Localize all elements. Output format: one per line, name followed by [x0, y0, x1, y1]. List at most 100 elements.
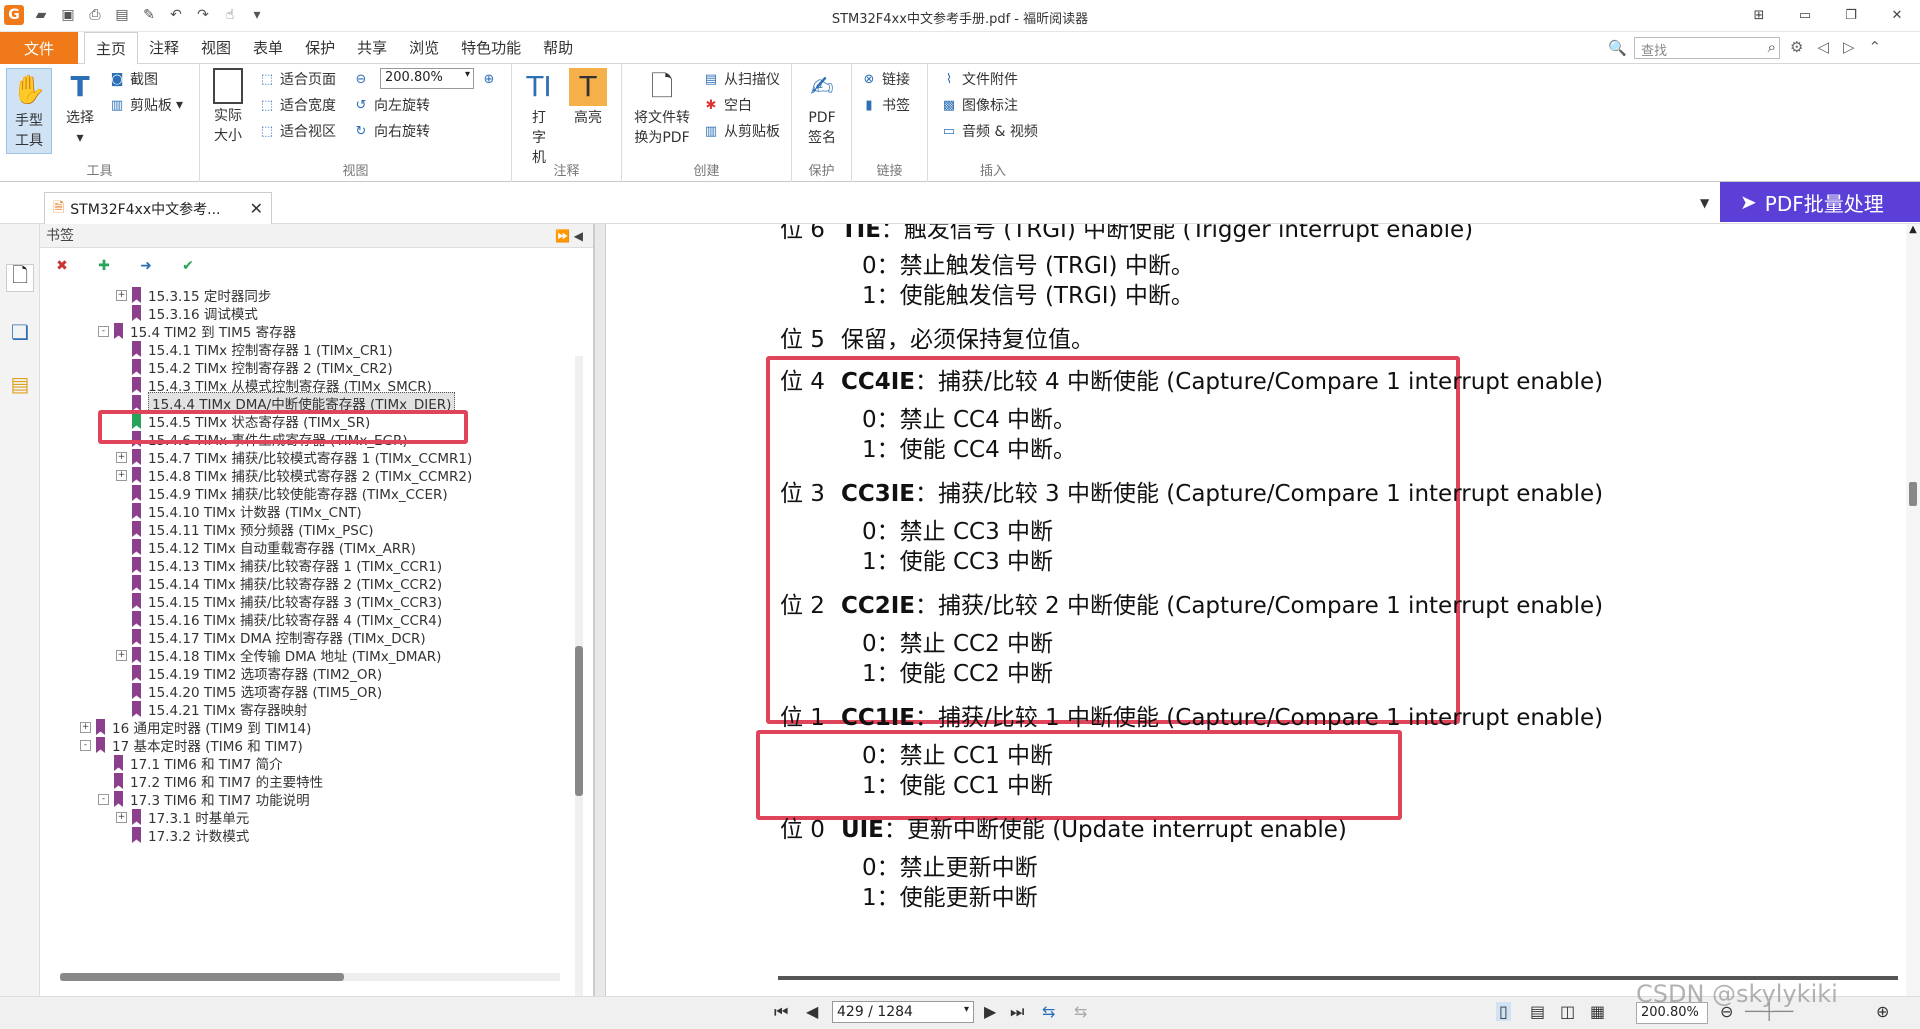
tab-help[interactable]: 帮助	[532, 32, 584, 64]
expand-bookmark-icon[interactable]: ✔	[178, 256, 198, 276]
tab-list-dropdown-icon[interactable]: ▼	[1700, 196, 1709, 210]
bookmark-horizontal-scrollbar[interactable]	[60, 973, 560, 981]
app-logo-icon[interactable]: G	[4, 5, 24, 25]
zoom-in-button[interactable]: ⊕	[480, 68, 498, 90]
hand-tool-button[interactable]: ✋ 手型工具	[6, 68, 52, 154]
bookmark-hscroll-thumb[interactable]	[60, 973, 344, 981]
tab-browse[interactable]: 浏览	[398, 32, 450, 64]
zoom-select[interactable]: 200.80% ▾	[380, 68, 474, 89]
add-bookmark-icon[interactable]: ✚	[94, 256, 114, 276]
properties-icon[interactable]: ▤	[112, 5, 132, 25]
settings-icon[interactable]: ⚙	[1790, 38, 1803, 56]
tab-home[interactable]: 主页	[84, 32, 139, 65]
bookmarks-panel-icon[interactable]: 🗋	[6, 263, 34, 292]
expand-icon[interactable]: +	[80, 721, 91, 733]
document-vertical-scrollbar[interactable]: ▲	[1906, 224, 1920, 996]
rotate-right-button[interactable]: ↻ 向右旋转	[352, 120, 430, 142]
bookmark-vertical-scrollbar[interactable]	[575, 356, 583, 996]
close-icon[interactable]: ✕	[1880, 2, 1914, 28]
blank-button[interactable]: ✱ 空白	[702, 94, 752, 116]
bookmark-item[interactable]: 17.3.2 计数模式	[116, 824, 249, 846]
prev-view-icon[interactable]: ⇆	[1042, 1002, 1055, 1021]
search-icon[interactable]: ⌕	[1768, 38, 1776, 56]
typewriter-button[interactable]: TI 打字机	[522, 68, 556, 168]
collapse-icon[interactable]: -	[98, 793, 109, 805]
clipboard-button[interactable]: ▥ 剪贴板 ▾	[108, 94, 183, 116]
bookmark-ribbon-icon	[132, 521, 141, 537]
tab-protect[interactable]: 保护	[294, 32, 346, 64]
expand-icon[interactable]: +	[116, 469, 127, 481]
expand-icon[interactable]: +	[116, 451, 127, 463]
undo-icon[interactable]: ↶	[166, 5, 186, 25]
last-page-icon[interactable]: ⏭	[1010, 1002, 1024, 1022]
tab-view[interactable]: 视图	[190, 32, 242, 64]
tab-comment[interactable]: 注释	[138, 32, 190, 64]
file-tab[interactable]: 文件	[0, 32, 78, 64]
continuous-facing-icon[interactable]: ▦	[1590, 1002, 1605, 1021]
next-page-icon[interactable]: ▶	[984, 1002, 996, 1021]
delete-bookmark-icon[interactable]: ✖	[52, 256, 72, 276]
convert-pdf-button[interactable]: 🗋 将文件转换为PDF	[630, 68, 694, 148]
expand-icon[interactable]: +	[116, 289, 127, 301]
back-icon[interactable]: ◁	[1817, 38, 1829, 56]
new-icon[interactable]: ✎	[139, 5, 159, 25]
forward-icon[interactable]: ▷	[1843, 38, 1855, 56]
minimize-icon[interactable]: ▭	[1788, 2, 1822, 28]
save-icon[interactable]: ▣	[58, 5, 78, 25]
comments-panel-icon[interactable]: ▤	[6, 370, 34, 398]
fit-page-button[interactable]: ⬚ 适合页面	[258, 68, 336, 90]
tab-share[interactable]: 共享	[346, 32, 398, 64]
attachment-button[interactable]: ⌇ 文件附件	[940, 68, 1018, 90]
expand-icon[interactable]: +	[116, 811, 127, 823]
from-scanner-button[interactable]: ▤ 从扫描仪	[702, 68, 780, 90]
collapse-ribbon-icon[interactable]: ⌃	[1869, 38, 1882, 56]
bookmark-vscroll-thumb[interactable]	[575, 646, 583, 796]
zoom-out-button[interactable]: ⊖	[352, 68, 370, 90]
audio-video-button[interactable]: ▭ 音频 & 视频	[940, 120, 1038, 142]
goto-bookmark-icon[interactable]: ➜	[136, 256, 156, 276]
hand-icon[interactable]: ☝	[220, 5, 240, 25]
expand-icon[interactable]: +	[116, 649, 127, 661]
collapse-icon[interactable]: -	[98, 325, 109, 337]
panel-collapse-icon[interactable]: ⏩ ◀	[555, 224, 583, 248]
panel-splitter[interactable]	[594, 224, 606, 996]
single-page-icon[interactable]: ▯	[1496, 1002, 1511, 1021]
rotate-left-button[interactable]: ↺ 向左旋转	[352, 94, 430, 116]
bookmark-button[interactable]: ▮ 书签	[860, 94, 910, 116]
prev-page-icon[interactable]: ◀	[806, 1002, 818, 1021]
restore-icon[interactable]: ❐	[1834, 2, 1868, 28]
image-annot-button[interactable]: ▩ 图像标注	[940, 94, 1018, 116]
link-button[interactable]: ⊗ 链接	[860, 68, 910, 90]
select-button[interactable]: T 选择 ▾	[60, 68, 100, 148]
actual-size-button[interactable]: 实际大小	[210, 68, 246, 146]
screenshot-button[interactable]: ◙ 截图	[108, 68, 158, 90]
highlight-button[interactable]: T 高亮	[568, 68, 608, 128]
open-icon[interactable]: ▰	[31, 5, 51, 25]
pdf-batch-button[interactable]: ➤ PDF批量处理	[1720, 182, 1920, 222]
customize-icon[interactable]: ▾	[247, 5, 267, 25]
close-tab-icon[interactable]: ✕	[250, 199, 263, 218]
doc-scroll-up-icon[interactable]: ▲	[1906, 224, 1920, 235]
print-icon[interactable]: ⎙	[85, 5, 105, 25]
fit-visible-button[interactable]: ⬚ 适合视区	[258, 120, 336, 142]
first-page-icon[interactable]: ⏮	[774, 1002, 788, 1022]
page-number-input[interactable]: 429 / 1284 ▾	[832, 1001, 974, 1023]
doc-scroll-thumb[interactable]	[1909, 482, 1917, 506]
pages-panel-icon[interactable]: ❏	[6, 318, 34, 346]
next-view-icon[interactable]: ⇆	[1074, 1002, 1087, 1021]
tab-form[interactable]: 表单	[242, 32, 294, 64]
fit-width-button[interactable]: ⬚ 适合宽度	[258, 94, 336, 116]
zoom-in-status-icon[interactable]: ⊕	[1876, 1002, 1889, 1021]
continuous-icon[interactable]: ▤	[1530, 1002, 1545, 1021]
redo-icon[interactable]: ↷	[193, 5, 213, 25]
layout-icon[interactable]: ⊞	[1742, 2, 1776, 28]
from-clipboard-button[interactable]: ▥ 从剪贴板	[702, 120, 780, 142]
search-input[interactable]: 查找 ⌕	[1634, 37, 1780, 59]
collapse-icon[interactable]: -	[80, 739, 91, 751]
pdf-sign-button[interactable]: ✍ PDF签名	[802, 68, 842, 148]
facing-icon[interactable]: ◫	[1560, 1002, 1575, 1021]
tab-features[interactable]: 特色功能	[450, 32, 532, 64]
find-folder-icon[interactable]: 🔍	[1608, 39, 1627, 57]
document-tab[interactable]: 🗎 STM32F4xx中文参考... ✕	[44, 192, 272, 224]
